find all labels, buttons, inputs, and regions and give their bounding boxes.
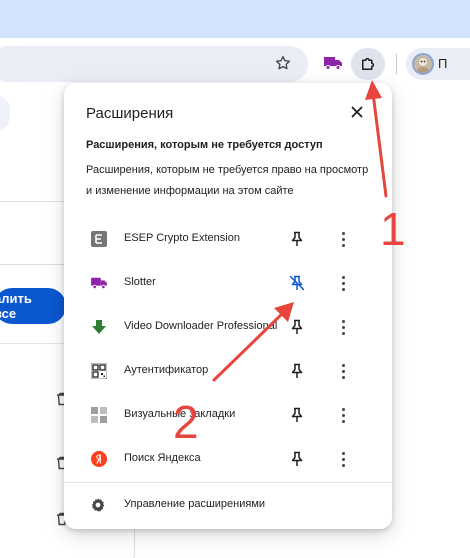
pin-icon xyxy=(291,407,303,422)
more-vert-icon xyxy=(341,451,345,467)
pin-icon xyxy=(291,451,303,466)
star-icon[interactable] xyxy=(272,52,294,74)
pin-icon xyxy=(291,363,303,378)
tab-strip xyxy=(0,0,470,38)
more-options-button[interactable] xyxy=(332,272,354,294)
toolbar-separator xyxy=(396,54,397,74)
popup-title: Расширения xyxy=(86,105,174,122)
more-options-button[interactable] xyxy=(332,360,354,382)
extension-row-visual-bookmarks[interactable]: Визуальные закладки xyxy=(64,393,392,437)
address-bar[interactable] xyxy=(0,46,308,82)
download-arrow-icon xyxy=(90,318,108,336)
more-options-button[interactable] xyxy=(332,316,354,338)
truck-extension-icon[interactable] xyxy=(321,52,345,74)
close-button[interactable] xyxy=(346,101,368,123)
extension-row-authenticator[interactable]: Аутентификатор xyxy=(64,349,392,393)
letter-e-icon xyxy=(90,230,108,248)
gear-icon xyxy=(91,498,105,512)
manage-extensions-label: Управление расширениями xyxy=(124,498,266,510)
pin-button[interactable] xyxy=(286,316,308,338)
avatar xyxy=(412,53,434,75)
pin-button[interactable] xyxy=(286,404,308,426)
pin-button[interactable] xyxy=(286,228,308,250)
extensions-button[interactable] xyxy=(351,48,385,80)
footer-divider xyxy=(64,482,392,483)
extensions-popup: Расширения Расширения, которым не требуе… xyxy=(64,83,392,529)
background-card-divider xyxy=(0,343,64,344)
profile-label: П xyxy=(438,56,448,71)
annotation-step-1: 1 xyxy=(380,203,406,255)
yandex-icon xyxy=(90,450,108,468)
unpin-button[interactable] xyxy=(286,272,308,294)
more-options-button[interactable] xyxy=(332,404,354,426)
extension-row-slotter[interactable]: Slotter xyxy=(64,261,392,305)
delete-all-button[interactable]: алить все xyxy=(0,288,66,324)
more-vert-icon xyxy=(341,407,345,423)
profile-button[interactable]: П xyxy=(406,48,470,80)
pin-button[interactable] xyxy=(286,360,308,382)
pin-icon xyxy=(291,231,303,246)
extension-row-esep[interactable]: ESEP Crypto Extension xyxy=(64,217,392,261)
close-icon xyxy=(351,106,363,118)
extension-row-video-downloader[interactable]: Video Downloader Professional xyxy=(64,305,392,349)
extension-name: Визуальные закладки xyxy=(124,408,236,420)
section-description: Расширения, которым не требуется право н… xyxy=(86,164,369,197)
more-vert-icon xyxy=(341,363,345,379)
extension-name: ESEP Crypto Extension xyxy=(124,232,240,244)
pin-button[interactable] xyxy=(286,448,308,470)
section-title: Расширения, которым не требуется доступ xyxy=(86,139,323,151)
more-vert-icon xyxy=(341,319,345,335)
background-search-pill xyxy=(0,95,10,131)
extension-name: Slotter xyxy=(124,276,156,288)
qr-code-icon xyxy=(90,362,108,380)
extension-row-yandex-search[interactable]: Поиск Яндекса xyxy=(64,437,392,481)
extension-name: Video Downloader Professional xyxy=(124,320,278,332)
more-options-button[interactable] xyxy=(332,448,354,470)
puzzle-icon xyxy=(362,57,375,70)
more-options-button[interactable] xyxy=(332,228,354,250)
pin-icon xyxy=(291,319,303,334)
more-vert-icon xyxy=(341,231,345,247)
pinned-icon xyxy=(289,275,305,291)
truck-icon xyxy=(90,274,108,292)
extension-name: Поиск Яндекса xyxy=(124,452,201,464)
extension-name: Аутентификатор xyxy=(124,364,209,376)
grid-icon xyxy=(90,406,108,424)
annotation-step-2: 2 xyxy=(173,396,199,448)
manage-extensions-button[interactable]: Управление расширениями xyxy=(64,487,392,523)
more-vert-icon xyxy=(341,275,345,291)
